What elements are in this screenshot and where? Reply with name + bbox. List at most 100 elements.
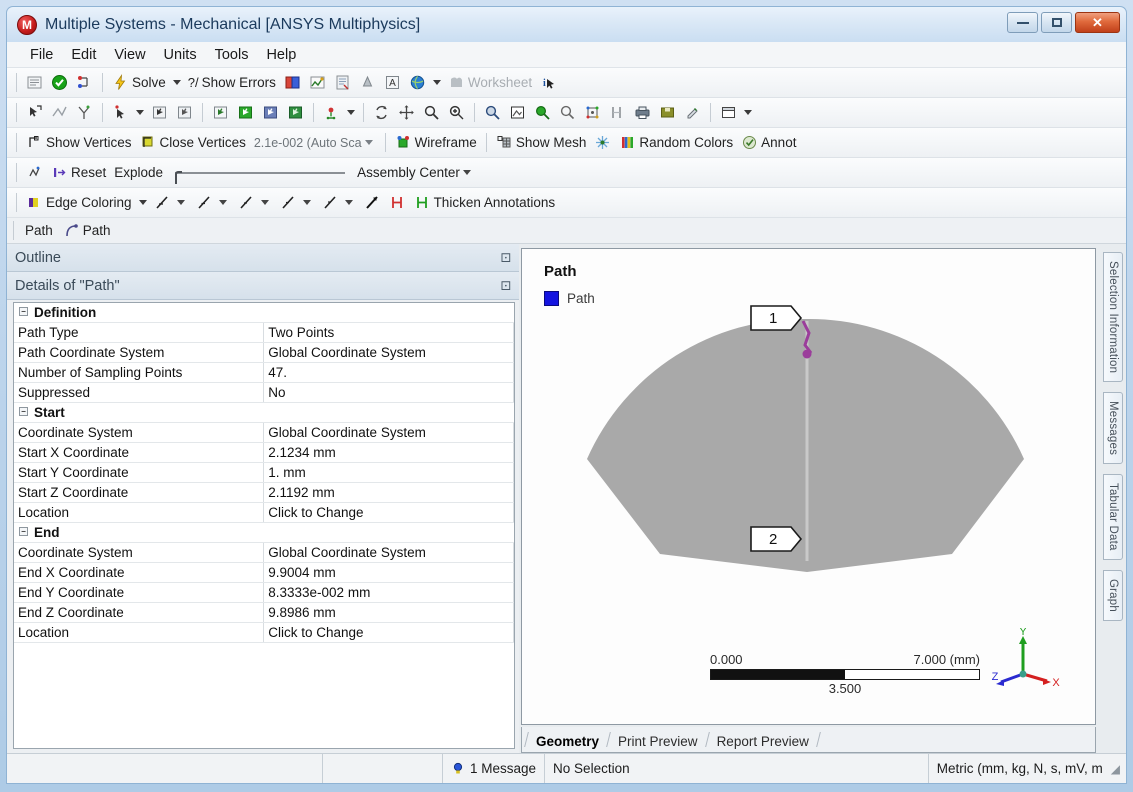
show-vertices-button[interactable]: Show Vertices — [23, 132, 135, 153]
explode-slider[interactable] — [175, 172, 345, 174]
details-row-value[interactable]: 9.9004 mm — [264, 563, 514, 583]
magnify-button[interactable] — [531, 102, 554, 123]
box-select-button[interactable] — [148, 102, 171, 123]
menu-file[interactable]: File — [21, 45, 62, 65]
minimize-button[interactable] — [1007, 12, 1038, 33]
worksheet-button[interactable]: Worksheet — [445, 72, 535, 93]
edge-tool-1-button[interactable] — [151, 192, 191, 213]
wireframe-button[interactable]: Wireframe — [392, 132, 480, 153]
thickness-red-button[interactable] — [386, 192, 409, 213]
edge-tool-2-caret[interactable] — [219, 200, 227, 205]
thicken-lines-button[interactable] — [591, 132, 614, 153]
reset-explode-button[interactable]: Reset — [48, 162, 109, 183]
select-edge-button[interactable] — [48, 102, 71, 123]
details-row-value[interactable]: Global Coordinate System — [264, 343, 514, 363]
probe-button[interactable] — [356, 72, 379, 93]
details-row-value[interactable]: 2.1234 mm — [264, 443, 514, 463]
close-button[interactable]: ✕ — [1075, 12, 1120, 33]
details-row-value[interactable]: Global Coordinate System — [264, 423, 514, 443]
explode-label-button[interactable]: Explode — [111, 163, 166, 182]
details-row-value[interactable]: 47. — [264, 363, 514, 383]
close-vertices-button[interactable]: Close Vertices — [137, 132, 249, 153]
details-row-value[interactable]: 2.1192 mm — [264, 483, 514, 503]
edge-tool-3-button[interactable] — [235, 192, 275, 213]
outline-panel-header[interactable]: Outline ⚀ — [7, 244, 519, 272]
details-group-row[interactable]: −End — [14, 523, 514, 543]
details-row[interactable]: Path Coordinate SystemGlobal Coordinate … — [14, 343, 514, 363]
details-row-value[interactable]: 9.8986 mm — [264, 603, 514, 623]
menu-edit[interactable]: Edit — [62, 45, 105, 65]
remote-point-dropdown-caret[interactable] — [347, 110, 355, 115]
edge-arrow-button[interactable] — [361, 192, 384, 213]
details-row[interactable]: Start X Coordinate2.1234 mm — [14, 443, 514, 463]
auto-scale-combo[interactable]: 2.1e-002 (Auto Sca — [250, 135, 380, 151]
rail-tab-messages[interactable]: Messages — [1103, 392, 1123, 464]
look-at-button[interactable] — [606, 102, 629, 123]
edge-tool-2-button[interactable] — [193, 192, 233, 213]
thicken-annotations-button[interactable]: Thicken Annotations — [411, 192, 559, 213]
details-row[interactable]: LocationClick to Change — [14, 623, 514, 643]
outline-pin-icon[interactable]: ⚀ — [501, 251, 511, 265]
select-face-button[interactable] — [73, 102, 96, 123]
details-row-value[interactable]: Global Coordinate System — [264, 543, 514, 563]
zoom-in-button[interactable] — [445, 102, 468, 123]
zoom-button[interactable] — [420, 102, 443, 123]
connections-button[interactable] — [73, 72, 96, 93]
menu-help[interactable]: Help — [257, 45, 305, 65]
axis-triad[interactable]: Y X Z — [989, 628, 1061, 694]
tab-report-preview[interactable]: Report Preview — [708, 731, 818, 752]
annotation-button[interactable]: A — [381, 72, 404, 93]
box-volume-button[interactable] — [173, 102, 196, 123]
edge-coloring-caret[interactable] — [139, 200, 147, 205]
details-row[interactable]: End X Coordinate9.9004 mm — [14, 563, 514, 583]
details-row-value[interactable]: Click to Change — [264, 503, 514, 523]
show-mesh-button[interactable]: Show Mesh — [493, 132, 590, 153]
explode-slider-thumb[interactable] — [175, 171, 182, 184]
tab-print-preview[interactable]: Print Preview — [609, 731, 707, 752]
remote-point-button[interactable] — [320, 102, 343, 123]
image-capture-button[interactable] — [281, 72, 304, 93]
details-row-value[interactable]: Click to Change — [264, 623, 514, 643]
solve-dropdown-caret[interactable] — [173, 80, 181, 85]
extend-select-button[interactable] — [209, 102, 232, 123]
show-errors-button[interactable]: ?/ Show Errors — [185, 73, 279, 92]
menu-view[interactable]: View — [105, 45, 154, 65]
details-row[interactable]: LocationClick to Change — [14, 503, 514, 523]
save-image-button[interactable] — [656, 102, 679, 123]
body-select-button[interactable] — [234, 102, 257, 123]
details-row[interactable]: Start Y Coordinate1. mm — [14, 463, 514, 483]
named-selection-button[interactable] — [284, 102, 307, 123]
details-row[interactable]: Number of Sampling Points47. — [14, 363, 514, 383]
details-group-row[interactable]: −Start — [14, 403, 514, 423]
edge-tool-5-button[interactable] — [319, 192, 359, 213]
details-row-value[interactable]: 1. mm — [264, 463, 514, 483]
chart-image-button[interactable] — [306, 72, 329, 93]
select-mode-dropdown-caret[interactable] — [136, 110, 144, 115]
random-colors-button[interactable]: Random Colors — [616, 132, 736, 153]
collapse-toggle-icon[interactable]: − — [19, 527, 28, 536]
details-row[interactable]: End Y Coordinate8.3333e-002 mm — [14, 583, 514, 603]
rail-tab-graph[interactable]: Graph — [1103, 570, 1123, 621]
graphics-viewport[interactable]: Path Path — [521, 248, 1096, 725]
zoom-region-button[interactable] — [481, 102, 504, 123]
assembly-center-caret[interactable] — [463, 170, 471, 175]
menu-tools[interactable]: Tools — [206, 45, 258, 65]
edge-tool-3-caret[interactable] — [261, 200, 269, 205]
details-row-value[interactable]: Two Points — [264, 323, 514, 343]
collapse-toggle-icon[interactable]: − — [19, 407, 28, 416]
auto-scale-caret[interactable] — [365, 140, 373, 145]
maximize-button[interactable] — [1041, 12, 1072, 33]
edge-tool-4-caret[interactable] — [303, 200, 311, 205]
tab-geometry[interactable]: Geometry — [527, 731, 608, 752]
path-item-button[interactable]: Path — [60, 220, 114, 241]
details-row[interactable]: Coordinate SystemGlobal Coordinate Syste… — [14, 423, 514, 443]
details-row[interactable]: Coordinate SystemGlobal Coordinate Syste… — [14, 543, 514, 563]
rotate-button[interactable] — [370, 102, 393, 123]
validate-button[interactable] — [48, 72, 71, 93]
details-row[interactable]: Path TypeTwo Points — [14, 323, 514, 343]
menu-units[interactable]: Units — [155, 45, 206, 65]
assembly-center-combo[interactable]: Assembly Center — [353, 164, 478, 181]
element-select-button[interactable] — [259, 102, 282, 123]
solve-button[interactable]: Solve — [109, 72, 169, 93]
info-pointer-button[interactable]: i — [537, 72, 560, 93]
